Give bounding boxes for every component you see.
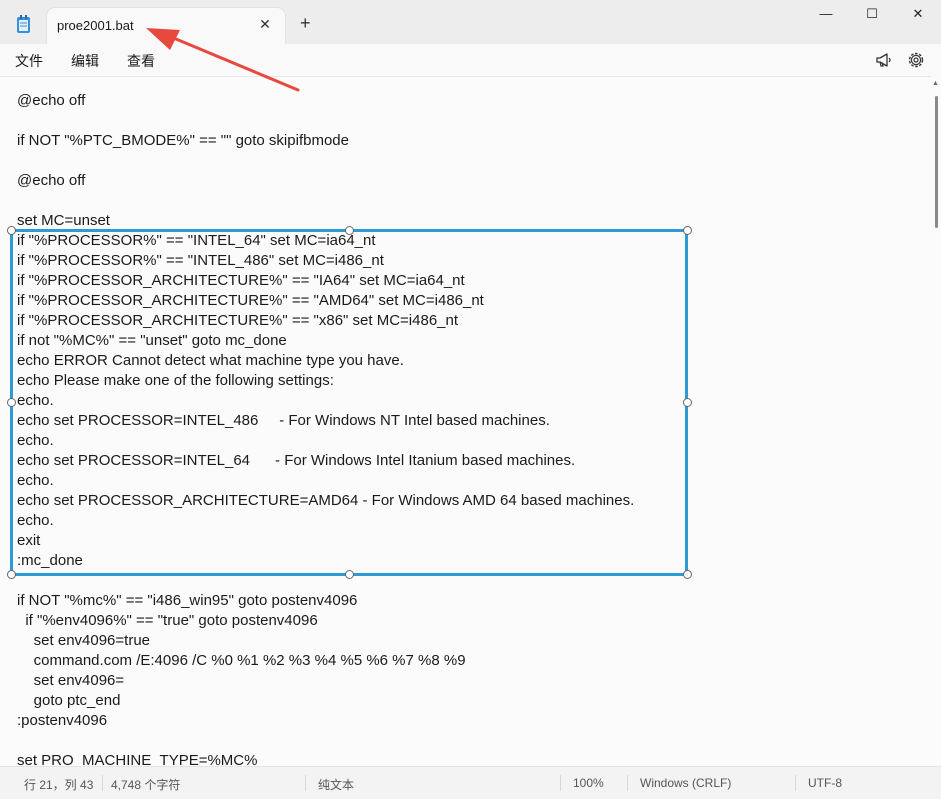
line-ending[interactable]: Windows (CRLF) — [640, 776, 731, 790]
resize-handle[interactable] — [7, 226, 16, 235]
resize-handle[interactable] — [683, 226, 692, 235]
resize-handle[interactable] — [7, 398, 16, 407]
settings-gear-icon[interactable] — [906, 50, 926, 70]
resize-handle[interactable] — [7, 570, 16, 579]
cursor-position: 行 21，列 43 — [24, 778, 94, 792]
status-bar: 行 21，列 43 4,748 个字符 纯文本 100% Windows (CR… — [0, 766, 941, 799]
code-line[interactable] — [17, 151, 634, 171]
status-divider — [627, 775, 628, 791]
code-line[interactable]: command.com /E:4096 /C %0 %1 %2 %3 %4 %5… — [17, 651, 634, 671]
notepad-app-icon — [17, 15, 30, 33]
close-window-button[interactable]: ✕ — [898, 6, 938, 28]
code-line[interactable]: @echo off — [17, 171, 634, 191]
resize-handle[interactable] — [345, 570, 354, 579]
minimize-button[interactable]: — — [806, 6, 846, 28]
red-arrow-annotation-icon — [146, 28, 300, 92]
encoding[interactable]: UTF-8 — [808, 776, 842, 790]
status-divider — [305, 775, 306, 791]
tab-title: proe2001.bat — [57, 18, 134, 33]
status-divider — [560, 775, 561, 791]
resize-handle[interactable] — [683, 570, 692, 579]
char-count: 4,748 个字符 — [111, 778, 181, 792]
resize-handle[interactable] — [683, 398, 692, 407]
code-line[interactable]: set PRO_MACHINE_TYPE=%MC% — [17, 751, 634, 767]
megaphone-icon[interactable] — [874, 50, 894, 70]
code-line[interactable]: set env4096= — [17, 671, 634, 691]
zoom-level[interactable]: 100% — [573, 776, 604, 790]
selection-box-annotation — [7, 226, 692, 579]
code-line[interactable]: set MC=unset — [17, 211, 634, 231]
code-line[interactable]: set env4096=true — [17, 631, 634, 651]
code-line[interactable]: goto ptc_end — [17, 691, 634, 711]
status-divider — [795, 775, 796, 791]
text-format: 纯文本 — [318, 778, 355, 792]
status-divider — [102, 775, 103, 791]
code-line[interactable]: :postenv4096 — [17, 711, 634, 731]
code-line[interactable] — [17, 191, 634, 211]
resize-handle[interactable] — [345, 226, 354, 235]
code-line[interactable] — [17, 731, 634, 751]
code-line[interactable]: if NOT "%PTC_BMODE%" == "" goto skipifbm… — [17, 131, 634, 151]
code-line[interactable]: if NOT "%mc%" == "i486_win95" goto poste… — [17, 591, 634, 611]
menu-file[interactable]: 文件 — [15, 51, 43, 71]
scrollbar-thumb[interactable] — [935, 96, 938, 228]
code-line[interactable]: @echo off — [17, 91, 634, 111]
maximize-button[interactable]: ☐ — [852, 6, 892, 28]
code-line[interactable] — [17, 111, 634, 131]
menu-edit[interactable]: 编辑 — [71, 51, 99, 71]
code-line[interactable]: if "%env4096%" == "true" goto postenv409… — [17, 611, 634, 631]
scroll-up-arrow-icon[interactable]: ▲ — [932, 80, 939, 87]
